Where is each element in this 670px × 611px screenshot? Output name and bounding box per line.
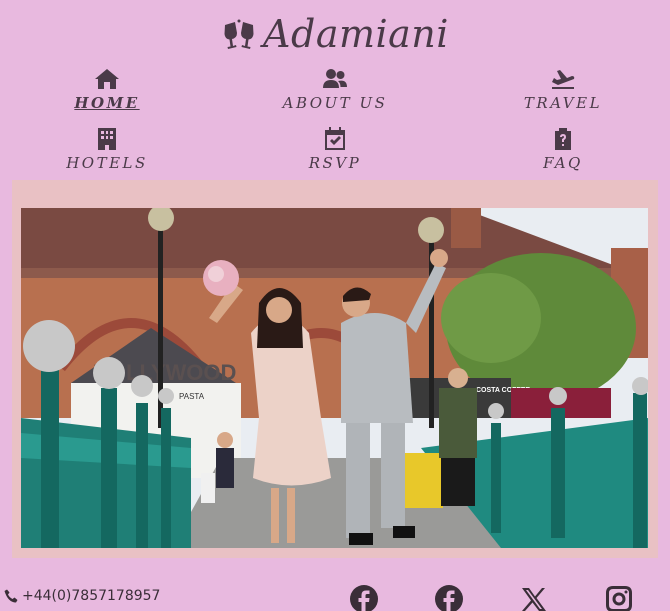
hotel-icon bbox=[98, 128, 116, 150]
brand-name[interactable]: Adamiani bbox=[263, 12, 449, 56]
site-header: Adamiani bbox=[0, 10, 670, 58]
home-icon bbox=[95, 69, 119, 89]
facebook-icon bbox=[350, 585, 378, 611]
phone-contact[interactable]: +44(0)7857178957 bbox=[4, 588, 160, 604]
phone-number: +44(0)7857178957 bbox=[22, 588, 161, 604]
phone-icon bbox=[4, 589, 18, 603]
plane-icon bbox=[552, 70, 575, 89]
x-twitter-icon bbox=[522, 588, 546, 611]
hero-frame: HOLLYWOOD PASTA COSTA COFFEE bbox=[12, 180, 658, 558]
nav-label-hotels: HOTELS bbox=[66, 154, 148, 172]
facebook-link[interactable] bbox=[349, 584, 381, 611]
nav-item-about-us[interactable]: ABOUT US bbox=[278, 64, 392, 124]
nav-item-hotels[interactable]: HOTELS bbox=[50, 124, 164, 184]
instagram-link[interactable] bbox=[604, 584, 636, 611]
users-icon bbox=[323, 69, 347, 88]
instagram-icon bbox=[606, 586, 632, 611]
nav-label-about-us: ABOUT US bbox=[282, 94, 388, 112]
calendar-check-icon bbox=[325, 127, 345, 150]
facebook-link-2[interactable] bbox=[434, 584, 466, 611]
hero-photo: HOLLYWOOD PASTA COSTA COFFEE bbox=[21, 208, 648, 548]
nav-label-rsvp: RSVP bbox=[308, 154, 362, 172]
nav-label-home: HOME bbox=[74, 94, 140, 112]
nav-label-travel: TRAVEL bbox=[523, 94, 603, 112]
nav-item-faq[interactable]: FAQ bbox=[506, 124, 620, 184]
nav-item-rsvp[interactable]: RSVP bbox=[278, 124, 392, 184]
site-footer: +44(0)7857178957 bbox=[0, 582, 670, 611]
nav-label-faq: FAQ bbox=[543, 154, 583, 172]
nav-item-travel[interactable]: TRAVEL bbox=[506, 64, 620, 124]
champagne-glasses-icon bbox=[224, 19, 254, 49]
clipboard-question-icon bbox=[555, 128, 571, 150]
facebook-icon bbox=[435, 585, 463, 611]
pasta-sign: PASTA bbox=[179, 392, 205, 401]
main-nav: HOME ABOUT US TRAVEL HOTELS RSVP FAQ bbox=[0, 64, 670, 184]
x-twitter-link[interactable] bbox=[519, 584, 551, 611]
nav-item-home[interactable]: HOME bbox=[50, 64, 164, 124]
